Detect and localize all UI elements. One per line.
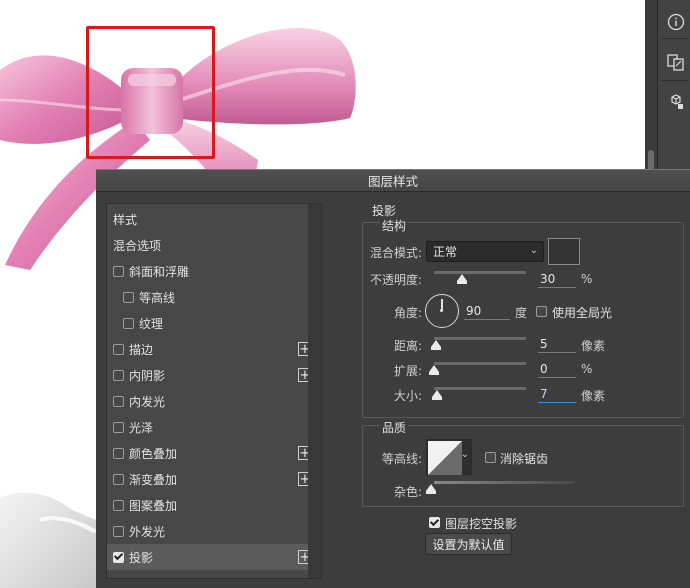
- noise-slider-knob[interactable]: [426, 484, 436, 494]
- noise-slider-track[interactable]: [434, 481, 574, 484]
- style-list-item-blending-options[interactable]: 混合选项: [107, 232, 318, 258]
- structure-title: 结构: [380, 217, 409, 234]
- noise-label: 杂色:: [393, 485, 422, 499]
- layer-comps-icon[interactable]: [664, 50, 688, 74]
- size-unit: 像素: [581, 389, 606, 403]
- angle-input[interactable]: 90: [464, 304, 510, 320]
- spread-slider-knob[interactable]: [429, 365, 439, 375]
- gradient-overlay-checkbox[interactable]: [113, 473, 124, 485]
- style-list-label: 颜色叠加: [129, 446, 178, 461]
- style-list-scrollbar[interactable]: [308, 203, 322, 579]
- color-overlay-checkbox[interactable]: [113, 447, 124, 459]
- style-list-item-satin[interactable]: 光泽: [107, 414, 318, 440]
- size-label: 大小:: [393, 389, 422, 403]
- opacity-slider-track[interactable]: [434, 271, 526, 274]
- 3d-cube-icon[interactable]: [664, 90, 688, 114]
- style-list-label: 外发光: [129, 524, 166, 539]
- red-selection-highlight: [86, 26, 215, 159]
- opacity-unit: %: [581, 272, 593, 286]
- linear-contour-icon: [428, 441, 462, 475]
- style-list-item-texture[interactable]: 纹理: [107, 310, 318, 336]
- style-list-label: 混合选项: [113, 238, 162, 253]
- distance-input[interactable]: 5: [538, 337, 576, 353]
- style-list-item-color-overlay[interactable]: 颜色叠加 +: [107, 440, 318, 466]
- contour-label: 等高线:: [381, 452, 422, 466]
- satin-checkbox[interactable]: [113, 421, 124, 433]
- make-default-button[interactable]: 设置为默认值: [425, 533, 512, 555]
- spread-unit: %: [581, 362, 593, 376]
- quality-title: 品质: [380, 419, 409, 436]
- distance-slider-knob[interactable]: [431, 340, 441, 350]
- inner-glow-checkbox[interactable]: [113, 395, 124, 407]
- collapsed-panel-dock: [657, 0, 690, 170]
- bevel-emboss-checkbox[interactable]: [113, 265, 124, 277]
- opacity-label: 不透明度:: [369, 273, 422, 287]
- style-list-label: 投影: [129, 550, 154, 565]
- layer-style-dialog: 图层样式 样式 混合选项 斜面和浮雕 等高线 纹理 描边 + 内阴影 + 内发光 光…: [96, 169, 690, 588]
- style-list-label: 样式: [113, 212, 138, 227]
- pattern-overlay-checkbox[interactable]: [113, 499, 124, 511]
- spread-input[interactable]: 0: [538, 362, 576, 378]
- style-list-item-bevel-emboss[interactable]: 斜面和浮雕: [107, 258, 318, 284]
- spread-slider-track[interactable]: [434, 362, 526, 365]
- use-global-light-checkbox[interactable]: [536, 306, 547, 317]
- stroke-checkbox[interactable]: [113, 343, 124, 355]
- angle-unit: 度: [515, 306, 528, 320]
- style-list-item-gradient-overlay[interactable]: 渐变叠加 +: [107, 466, 318, 492]
- dialog-titlebar[interactable]: 图层样式: [96, 170, 690, 192]
- style-list-item-inner-glow[interactable]: 内发光: [107, 388, 318, 414]
- style-list-label: 渐变叠加: [129, 472, 178, 487]
- size-input[interactable]: 7: [538, 387, 576, 403]
- size-slider-knob[interactable]: [432, 390, 442, 400]
- contour-picker[interactable]: ⌄: [426, 439, 472, 475]
- inner-shadow-checkbox[interactable]: [113, 369, 124, 381]
- anti-alias-label: 消除锯齿: [500, 452, 549, 466]
- blend-mode-value: 正常: [433, 245, 458, 259]
- dialog-title: 图层样式: [367, 174, 418, 189]
- opacity-input[interactable]: 30: [538, 272, 576, 288]
- style-list-label: 图案叠加: [129, 498, 178, 513]
- blend-mode-label: 混合模式:: [369, 246, 422, 260]
- style-list-item-outer-glow[interactable]: 外发光: [107, 518, 318, 544]
- style-list-item-contour[interactable]: 等高线: [107, 284, 318, 310]
- texture-checkbox[interactable]: [123, 317, 134, 329]
- info-icon[interactable]: [664, 10, 688, 34]
- style-list-item-drop-shadow[interactable]: 投影 +: [107, 544, 318, 570]
- style-list-item-styles[interactable]: 样式: [107, 206, 318, 232]
- style-list-label: 描边: [129, 342, 154, 357]
- distance-label: 距离:: [393, 339, 422, 353]
- anti-alias-checkbox[interactable]: [485, 452, 496, 463]
- angle-dial[interactable]: [425, 294, 459, 328]
- style-list-item-inner-shadow[interactable]: 内阴影 +: [107, 362, 318, 388]
- shadow-color-swatch[interactable]: [548, 238, 580, 265]
- chevron-down-icon: ⌄: [460, 449, 469, 460]
- blend-mode-select[interactable]: 正常 ⌄: [426, 241, 544, 262]
- angle-label: 角度:: [393, 306, 422, 320]
- angle-dial-center: [440, 309, 443, 312]
- style-list-item-pattern-overlay[interactable]: 图案叠加: [107, 492, 318, 518]
- style-list-label: 光泽: [129, 420, 154, 435]
- layer-knocks-out-shadow-checkbox[interactable]: [429, 517, 440, 528]
- chevron-down-icon: ⌄: [529, 245, 538, 256]
- distance-slider-track[interactable]: [434, 337, 526, 340]
- use-global-light-label: 使用全局光: [552, 306, 613, 320]
- style-list-label: 等高线: [139, 290, 176, 305]
- distance-unit: 像素: [581, 339, 606, 353]
- style-list-label: 纹理: [139, 316, 164, 331]
- spread-label: 扩展:: [393, 364, 422, 378]
- outer-glow-checkbox[interactable]: [113, 525, 124, 537]
- contour-checkbox[interactable]: [123, 291, 134, 303]
- style-list: 样式 混合选项 斜面和浮雕 等高线 纹理 描边 + 内阴影 + 内发光 光泽 颜色叠…: [106, 203, 318, 579]
- opacity-slider-knob[interactable]: [456, 274, 467, 284]
- style-list-label: 斜面和浮雕: [129, 264, 190, 279]
- size-slider-track[interactable]: [434, 387, 526, 390]
- layer-knocks-out-shadow-label: 图层挖空投影: [445, 517, 518, 531]
- style-list-item-stroke[interactable]: 描边 +: [107, 336, 318, 362]
- style-list-label: 内阴影: [129, 368, 166, 383]
- style-list-label: 内发光: [129, 394, 166, 409]
- drop-shadow-checkbox[interactable]: [113, 551, 124, 563]
- panel-scrollbar[interactable]: [645, 0, 657, 172]
